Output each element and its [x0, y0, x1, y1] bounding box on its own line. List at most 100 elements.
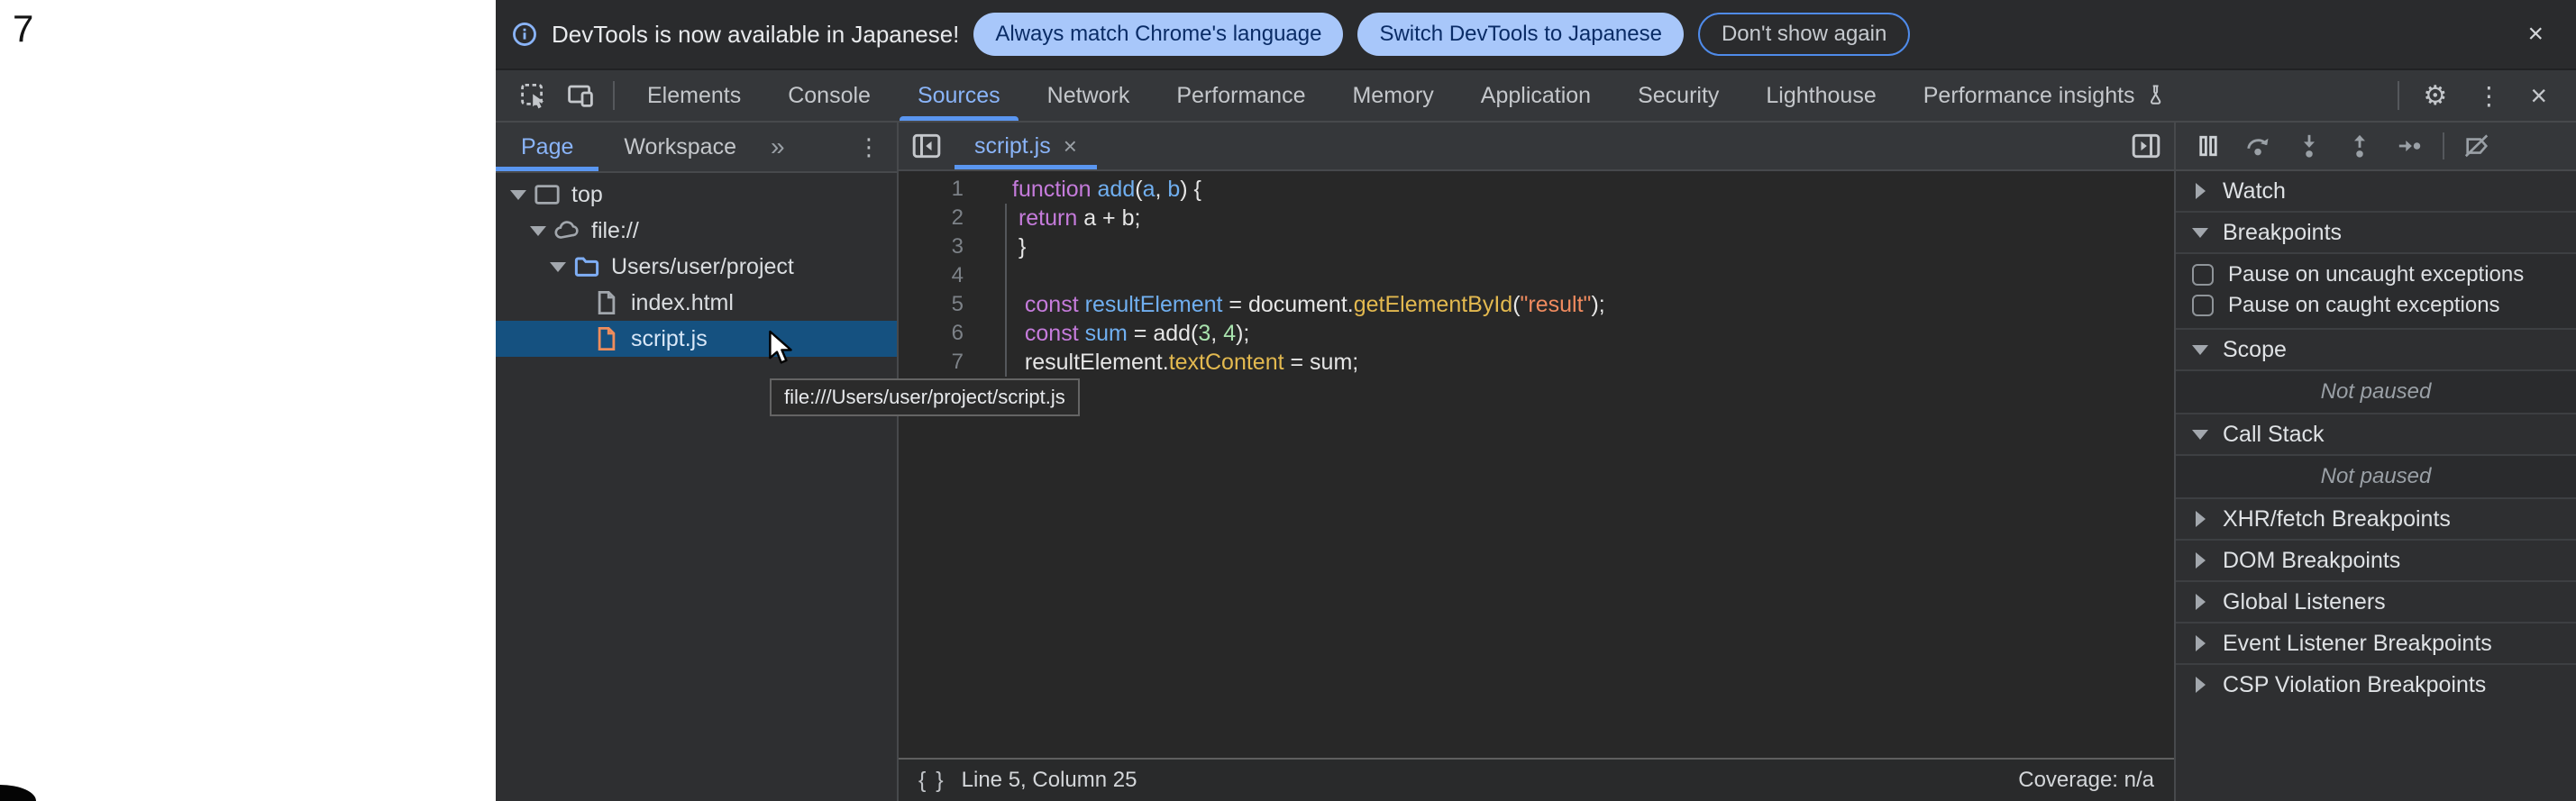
editor-status-bar: { } Line 5, Column 25 Coverage: n/a [899, 758, 2174, 801]
section-scope[interactable]: Scope [2176, 328, 2576, 369]
inspect-element-icon[interactable] [510, 70, 557, 121]
code-line: 3 } [899, 232, 2174, 261]
code-line: 5 const resultElement = document.getElem… [899, 290, 2174, 319]
navigator-more-kebab-icon[interactable]: ⋮ [841, 123, 897, 171]
navigator-tab-page[interactable]: Page [496, 123, 598, 171]
code-text: } [964, 234, 1026, 260]
file-path-tooltip: file:///Users/user/project/script.js [770, 378, 1080, 416]
checkbox-unchecked[interactable] [2192, 295, 2214, 316]
section-label: Scope [2223, 337, 2287, 363]
tree-label: index.html [631, 290, 734, 316]
pause-caught-exceptions-row[interactable]: Pause on caught exceptions [2176, 290, 2576, 321]
tab-elements[interactable]: Elements [624, 70, 764, 121]
more-tabs-icon[interactable]: » [762, 123, 794, 171]
step-icon[interactable] [2389, 126, 2432, 166]
line-number: 2 [899, 205, 964, 231]
line-number: 4 [899, 263, 964, 288]
tab-application[interactable]: Application [1457, 70, 1614, 121]
editor-pane: script.js × 1function add(a, b) { 2 retu… [899, 123, 2174, 801]
tree-row-project-folder[interactable]: Users/user/project [496, 249, 897, 285]
code-editor[interactable]: 1function add(a, b) { 2 return a + b; 3 … [899, 171, 2174, 758]
toolbar-divider [2398, 81, 2399, 110]
tree-label: file:// [591, 218, 639, 244]
code-line: 1function add(a, b) { [899, 175, 2174, 204]
close-devtools-icon[interactable]: × [2516, 70, 2562, 121]
section-global-listeners[interactable]: Global Listeners [2176, 580, 2576, 622]
tree-row-script-js[interactable]: script.js [496, 321, 897, 357]
line-number: 5 [899, 292, 964, 317]
code-text: resultElement.textContent = sum; [964, 350, 1358, 376]
collapse-navigator-icon[interactable] [899, 123, 955, 169]
section-label: Call Stack [2223, 422, 2325, 448]
section-event-listener-breakpoints[interactable]: Event Listener Breakpoints [2176, 622, 2576, 663]
more-options-kebab-icon[interactable]: ⋮ [2462, 70, 2516, 121]
tree-row-file-protocol[interactable]: file:// [496, 213, 897, 249]
pretty-print-braces-icon[interactable]: { } [918, 768, 945, 794]
expand-arrow-icon [548, 262, 568, 272]
collapse-arrow-icon [2190, 677, 2210, 693]
deactivate-breakpoints-icon[interactable] [2455, 126, 2498, 166]
section-watch[interactable]: Watch [2176, 171, 2576, 211]
main-tabbar: Elements Console Sources Network Perform… [496, 70, 2576, 123]
tab-console[interactable]: Console [764, 70, 894, 121]
expand-arrow-icon [2190, 345, 2210, 355]
toolbar-divider [613, 81, 615, 110]
collapse-arrow-icon [2190, 635, 2210, 651]
tab-performance-insights[interactable]: Performance insights [1900, 70, 2193, 121]
step-into-icon[interactable] [2288, 126, 2331, 166]
switch-to-japanese-button[interactable]: Switch DevTools to Japanese [1357, 13, 1684, 56]
section-xhr-fetch-breakpoints[interactable]: XHR/fetch Breakpoints [2176, 497, 2576, 539]
tab-sources[interactable]: Sources [894, 70, 1024, 121]
section-csp-violation-breakpoints[interactable]: CSP Violation Breakpoints [2176, 663, 2576, 705]
code-text: return a + b; [964, 205, 1140, 232]
toggle-device-toolbar-icon[interactable] [557, 70, 604, 121]
breakpoints-body: Pause on uncaught exceptions Pause on ca… [2176, 252, 2576, 328]
tree-row-index-html[interactable]: index.html [496, 285, 897, 321]
line-number: 7 [899, 350, 964, 375]
section-label: Breakpoints [2223, 220, 2342, 246]
tree-label: script.js [631, 326, 708, 352]
code-line: 4 [899, 261, 2174, 290]
navigator-pane: Page Workspace » ⋮ top [496, 123, 899, 801]
tab-performance[interactable]: Performance [1153, 70, 1329, 121]
debugger-sections: Watch Breakpoints Pause on uncaught exce… [2176, 171, 2576, 801]
debugger-sidebar: Watch Breakpoints Pause on uncaught exce… [2174, 123, 2576, 801]
editor-tab-label: script.js [974, 133, 1051, 159]
section-breakpoints[interactable]: Breakpoints [2176, 211, 2576, 252]
navigator-tab-workspace[interactable]: Workspace [598, 123, 762, 171]
tree-row-top[interactable]: top [496, 177, 897, 213]
scope-not-paused: Not paused [2176, 369, 2576, 413]
step-out-icon[interactable] [2338, 126, 2381, 166]
editor-tabbar: script.js × [899, 123, 2174, 171]
screenshot-stage: 7 DevTools is now available in Japanese!… [0, 0, 2576, 801]
editor-tab-close-icon[interactable]: × [1064, 134, 1077, 158]
folder-icon [573, 253, 600, 280]
frame-icon [534, 181, 561, 208]
section-label: Global Listeners [2223, 589, 2386, 615]
code-line: 2 return a + b; [899, 204, 2174, 232]
tab-security[interactable]: Security [1614, 70, 1742, 121]
checkbox-label: Pause on caught exceptions [2228, 293, 2500, 318]
checkbox-unchecked[interactable] [2192, 264, 2214, 286]
tab-network[interactable]: Network [1024, 70, 1154, 121]
section-label: Watch [2223, 178, 2286, 205]
page-indicator: 7 [13, 7, 33, 50]
tree-label: top [571, 182, 603, 208]
settings-gear-icon[interactable]: ⚙ [2408, 70, 2462, 121]
expand-arrow-icon [508, 190, 528, 200]
collapse-debugger-sidebar-icon[interactable] [2118, 123, 2174, 169]
section-call-stack[interactable]: Call Stack [2176, 413, 2576, 454]
dont-show-again-button[interactable]: Don't show again [1698, 13, 1910, 56]
code-line: 6 const sum = add(3, 4); [899, 319, 2174, 348]
navigator-toolbar: Page Workspace » ⋮ [496, 123, 897, 173]
tab-memory[interactable]: Memory [1329, 70, 1457, 121]
code-text: const resultElement = document.getElemen… [964, 292, 1605, 318]
infobar-close-icon[interactable]: × [2520, 17, 2551, 51]
step-over-icon[interactable] [2237, 126, 2280, 166]
editor-tab-script-js[interactable]: script.js × [955, 123, 1097, 169]
pause-script-icon[interactable] [2187, 126, 2230, 166]
tab-lighthouse[interactable]: Lighthouse [1742, 70, 1899, 121]
section-dom-breakpoints[interactable]: DOM Breakpoints [2176, 539, 2576, 580]
always-match-language-button[interactable]: Always match Chrome's language [973, 13, 1343, 56]
pause-uncaught-exceptions-row[interactable]: Pause on uncaught exceptions [2176, 259, 2576, 290]
